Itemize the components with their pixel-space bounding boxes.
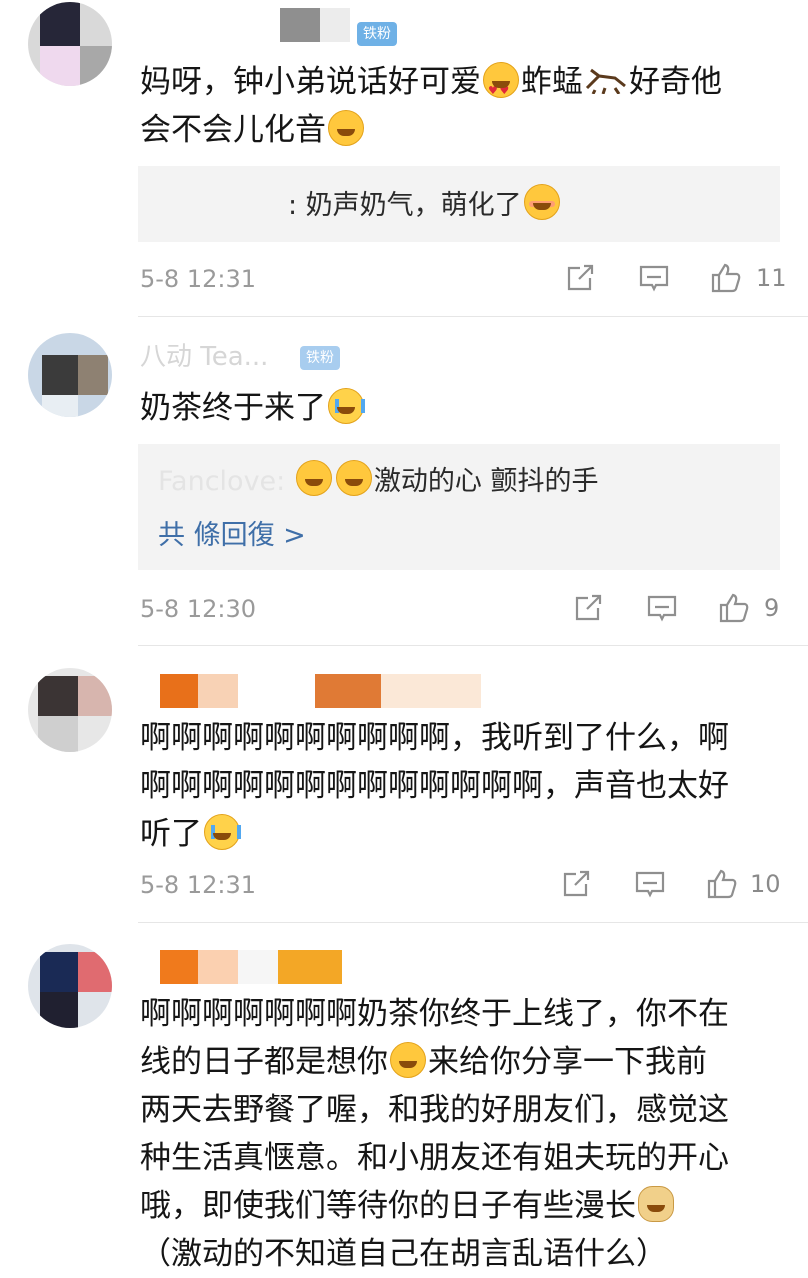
action-bar: 10 — [556, 868, 800, 908]
reply-box[interactable]: : 奶声奶气，萌化了 — [138, 166, 780, 242]
divider — [138, 922, 808, 923]
shy-emoji-icon — [523, 184, 560, 220]
reply-box[interactable]: Fanclove: 激动的心 颤抖的手 共 條回復 > — [138, 444, 780, 570]
fan-badge: 铁粉 — [300, 346, 340, 370]
like-icon[interactable] — [710, 262, 742, 294]
divider — [138, 316, 808, 317]
avatar[interactable] — [28, 668, 112, 752]
reply-username: Fanclove — [158, 466, 277, 497]
avatar[interactable] — [28, 2, 112, 86]
reply-text: : 奶声奶气，萌化了 — [288, 190, 522, 221]
comment-text: 啊啊啊啊啊啊啊啊啊啊，我听到了什么，啊 啊啊啊啊啊啊啊啊啊啊啊啊啊，声音也太好 … — [140, 720, 729, 852]
comment-icon[interactable] — [634, 868, 666, 900]
avatar[interactable] — [28, 944, 112, 1028]
reply-text: 激动的心 颤抖的手 — [373, 466, 599, 497]
action-bar: 9 — [568, 592, 800, 632]
comment-text: 奶茶终于来了 — [140, 384, 780, 432]
comment-text: 啊啊啊啊啊啊啊奶茶你终于上线了，你不在 线的日子都是想你 来给你分享一下我前 两天… — [140, 996, 729, 1272]
like-count: 10 — [750, 870, 781, 898]
like-count: 9 — [764, 594, 780, 622]
fan-badge: 铁粉 — [357, 22, 397, 46]
doge-emoji-icon — [638, 1186, 674, 1222]
share-icon[interactable] — [560, 868, 592, 900]
divider — [138, 645, 808, 646]
like-icon[interactable] — [706, 868, 738, 900]
username[interactable]: 八动 Tea... — [140, 336, 268, 376]
comment-text: 妈呀，钟小弟说话好可爱蚱蜢好奇他 会不会儿化音 — [140, 58, 780, 154]
comment-icon[interactable] — [638, 262, 670, 294]
heart-eyes-emoji-icon — [483, 62, 519, 115]
like-count: 11 — [756, 264, 787, 292]
grin-emoji-icon — [390, 1042, 426, 1078]
like-icon[interactable] — [718, 592, 750, 624]
grin-emoji-icon — [295, 460, 332, 496]
crying-emoji-icon — [204, 814, 241, 850]
cricket-icon — [585, 68, 626, 94]
share-icon[interactable] — [572, 592, 604, 624]
grin-emoji-icon — [335, 460, 372, 496]
more-replies-link[interactable]: 共 條回復 > — [158, 516, 306, 556]
crying-emoji-icon — [328, 388, 365, 424]
timestamp: 5-8 12:30 — [140, 595, 256, 623]
action-bar: 11 — [560, 262, 800, 302]
avatar[interactable] — [28, 333, 112, 417]
timestamp: 5-8 12:31 — [140, 871, 256, 899]
timestamp: 5-8 12:31 — [140, 265, 256, 293]
share-icon[interactable] — [564, 262, 596, 294]
laughing-emoji-icon — [328, 110, 364, 146]
comment-icon[interactable] — [646, 592, 678, 624]
